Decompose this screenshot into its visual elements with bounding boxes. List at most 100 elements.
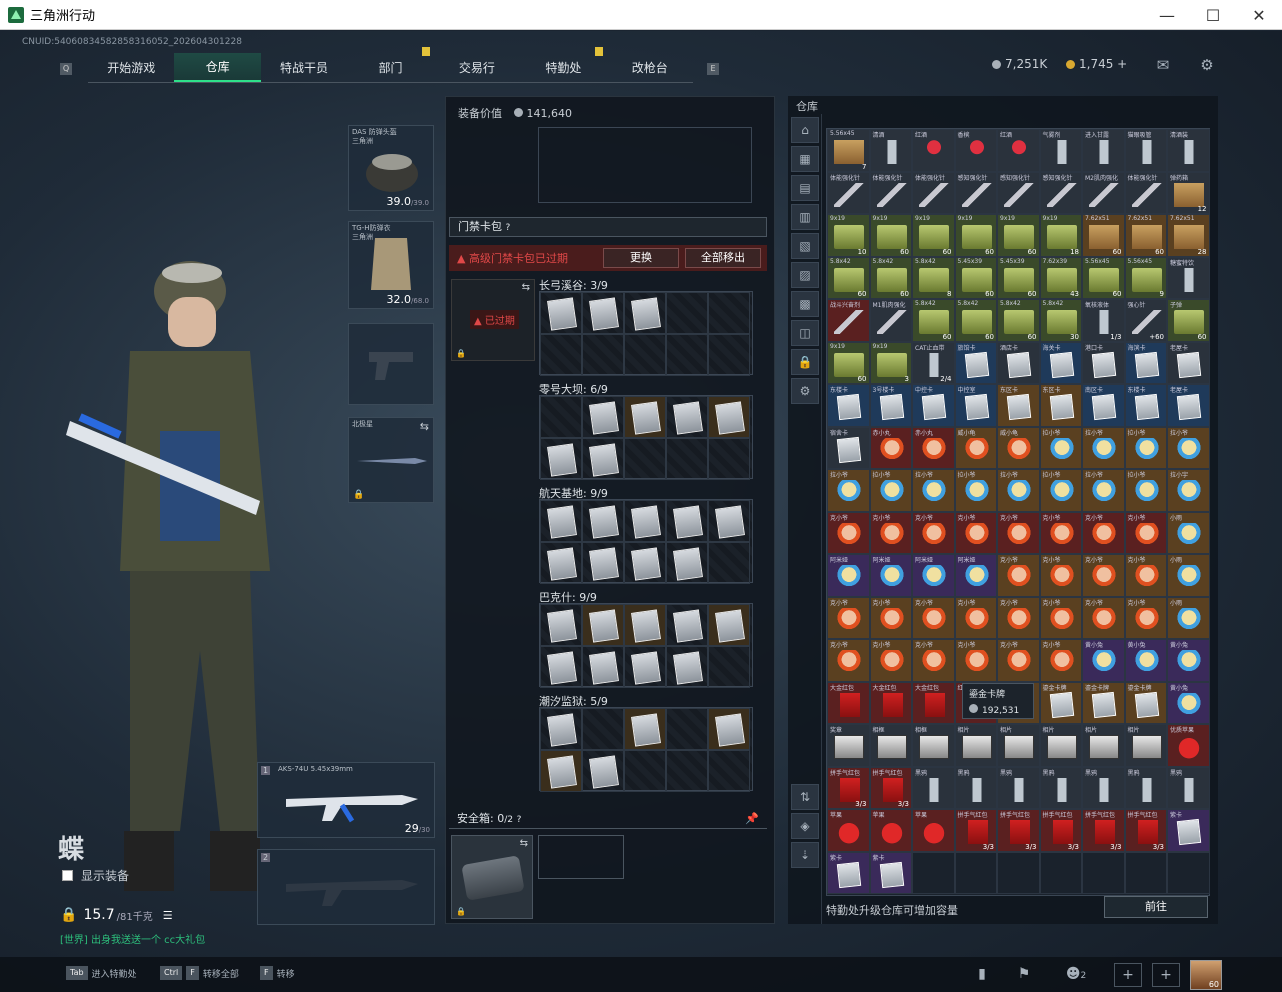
squad-icon[interactable]: ☻2 [1058,963,1094,987]
warehouse-item[interactable] [1167,851,1210,894]
warehouse-item[interactable]: 阿米娅 [869,554,912,597]
warehouse-item[interactable]: 克小爷 [954,596,997,639]
warehouse-grid[interactable]: 5.56x45 7 清酒 红酒 香槟 红酒 气雾剂 进入甘露 猫眼吸管 清酒装 体能强化针 体能强化针… [826,128,1210,896]
warehouse-item[interactable]: 相片 [997,724,1040,767]
warehouse-item[interactable]: 拉小爷 [1039,426,1082,469]
warehouse-item[interactable]: 小雨 [1167,511,1210,554]
swap-icon[interactable]: ⇆ [520,838,528,849]
warehouse-item[interactable]: 克小爷 [1124,554,1167,597]
warehouse-item[interactable]: 拼手气红包 3/3 [869,766,912,809]
melee-slot[interactable]: 北极星 ⇆ 🔒 [348,417,434,503]
sort-icon[interactable]: ⇅ [791,784,819,810]
mail-icon[interactable]: ✉ [1154,57,1172,73]
helmet-slot[interactable]: DAS 防弹头盔 三角洲 39.0/39.0 [348,125,434,211]
warehouse-item[interactable]: 猫眼吸管 [1124,129,1167,172]
hint-transfer[interactable]: F 转移 [260,966,295,980]
tab-gunsmith[interactable]: 改枪台 [607,53,693,82]
warehouse-item[interactable]: 小雨 [1167,554,1210,597]
warehouse-item[interactable]: 子弹 60 [1167,299,1210,342]
warehouse-item[interactable]: 海关卡 [1039,341,1082,384]
armor-slot[interactable]: TG-H防弹衣 三角洲 32.0/68.0 [348,221,434,309]
go-button[interactable]: 前往 [1104,896,1208,918]
warehouse-item[interactable]: 红酒 [912,129,955,172]
warehouse-item[interactable]: 克小爷 [1082,511,1125,554]
show-equipment-toggle[interactable]: 显示装备 [62,867,129,884]
warehouse-item[interactable]: 克小爷 [1082,596,1125,639]
warehouse-item[interactable]: 克小爷 [1039,511,1082,554]
warehouse-item[interactable]: 感知强化针 [997,171,1040,214]
warehouse-item[interactable]: 7.62x39 43 [1039,256,1082,299]
warehouse-item[interactable]: 黄小兔 [1082,639,1125,682]
warehouse-item[interactable]: CAT止血带 2/4 [912,341,955,384]
warehouse-item[interactable]: 5.8x42 60 [827,256,870,299]
warehouse-item[interactable]: M1肌肉强化 [869,299,912,342]
warehouse-item[interactable]: 大金红包 [869,681,912,724]
warehouse-item[interactable]: 相片 [954,724,997,767]
swap-icon[interactable]: ⇆ [522,282,530,293]
warehouse-item[interactable]: 9x19 60 [912,214,955,257]
collectibles-icon[interactable]: ◫ [791,320,819,346]
warehouse-item[interactable]: 克小爷 [997,511,1040,554]
tab-start-game[interactable]: 开始游戏 [88,53,174,82]
flag-icon[interactable]: ⚑ [1010,963,1038,987]
backpack-icon[interactable]: ▨ [791,262,819,288]
warehouse-item[interactable]: 5.45x39 60 [954,256,997,299]
warehouse-item[interactable]: 弹药箱 12 [1167,171,1210,214]
warehouse-item[interactable]: 紫卡 [869,851,912,894]
warehouse-item[interactable]: 紫卡 [827,851,870,894]
warehouse-item[interactable]: 克小爷 [997,596,1040,639]
warehouse-item[interactable]: 克小爷 [827,511,870,554]
warehouse-item[interactable]: 鎏金卡牌 [1124,681,1167,724]
add-teammate-button[interactable]: + [1114,963,1142,987]
warehouse-item[interactable]: 奖章 [827,724,870,767]
keycard-grid[interactable] [539,395,753,480]
safebox-slot[interactable]: ⇆ 🔒 [451,835,533,919]
warehouse-item[interactable]: 5.8x42 60 [954,299,997,342]
nav-prev-key-icon[interactable]: Q [60,63,72,75]
keycard-grid[interactable] [539,499,753,584]
warehouse-item[interactable]: 酒店卡 [997,341,1040,384]
warehouse-item[interactable]: 进入甘露 [1082,129,1125,172]
player-avatar[interactable]: 60 [1190,960,1222,990]
warehouse-item[interactable]: 优质苹果 [1167,724,1210,767]
warehouse-item[interactable] [954,851,997,894]
warehouse-item[interactable]: 拉小爷 [1082,469,1125,512]
warehouse-item[interactable]: 克小爷 [1039,639,1082,682]
warehouse-item[interactable]: 拉小爷 [1124,469,1167,512]
warehouse-item[interactable] [1039,851,1082,894]
warehouse-item[interactable]: 体能强化针 [827,171,870,214]
close-button[interactable]: ✕ [1236,0,1282,30]
warehouse-item[interactable]: 9x19 60 [869,214,912,257]
replace-button[interactable]: 更换 [603,248,679,268]
warehouse-item[interactable]: 克小爷 [1082,554,1125,597]
warehouse-item[interactable]: 体能强化针 [869,171,912,214]
warehouse-item[interactable]: 9x19 3 [869,341,912,384]
warehouse-item[interactable]: 老屋卡 [1167,341,1210,384]
secondary-weapon-slot[interactable]: 2 [257,849,435,925]
warehouse-item[interactable]: 东区卡 [1039,384,1082,427]
help-icon[interactable]: ? [517,815,522,825]
warehouse-item[interactable]: 黑鸦 [1124,766,1167,809]
warehouse-item[interactable]: 南区卡 [1082,384,1125,427]
warehouse-item[interactable]: 东楼卡 [827,384,870,427]
backpack-grid[interactable] [538,127,752,203]
warehouse-item[interactable]: 东区卡 [997,384,1040,427]
warehouse-item[interactable]: 海滨卡 [1124,341,1167,384]
warehouse-item[interactable]: 清酒装 [1167,129,1210,172]
warehouse-item[interactable]: 拼手气红包 3/3 [1082,809,1125,852]
remove-all-button[interactable]: 全部移出 [685,248,761,268]
warehouse-item[interactable]: 9x19 60 [827,341,870,384]
gold-currency[interactable]: 1,745 + [1066,57,1127,71]
warehouse-item[interactable]: 鎏金卡牌 [1039,681,1082,724]
keycard-grid[interactable] [539,707,753,792]
warehouse-item[interactable]: 战斗兴奋剂 [827,299,870,342]
lock-icon[interactable]: 🔒 [791,349,819,375]
warehouse-item[interactable]: 5.56x45 7 [827,129,870,172]
warehouse-item[interactable]: 5.8x42 60 [869,256,912,299]
warehouse-item[interactable]: 黑鸦 [1082,766,1125,809]
warehouse-item[interactable]: 拼手气红包 3/3 [954,809,997,852]
tab-special-service[interactable]: 特勤处 [520,47,606,82]
hint-transfer-all[interactable]: Ctrl F 转移全部 [160,966,239,980]
warehouse-item[interactable]: 黄小兔 [1167,639,1210,682]
warehouse-item[interactable] [912,851,955,894]
